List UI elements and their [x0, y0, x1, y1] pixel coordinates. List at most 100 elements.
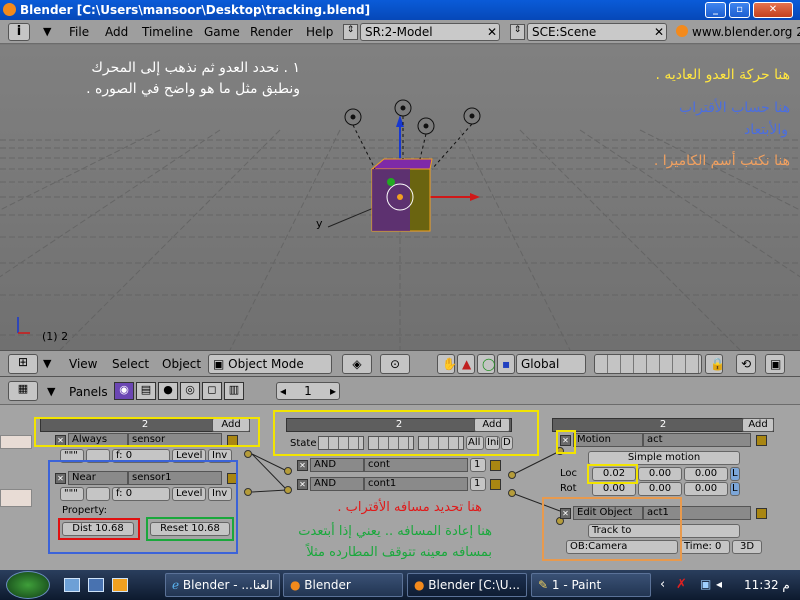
clock[interactable]: 11:32 م	[744, 578, 790, 592]
delete-controller-icon[interactable]: ✕	[297, 460, 308, 471]
chevron-down-icon[interactable]: ▼	[43, 357, 51, 370]
controller2-expand-icon[interactable]	[490, 479, 501, 490]
close-button[interactable]: ✕	[753, 2, 793, 18]
sensor1-type[interactable]: Always	[68, 433, 128, 447]
rot-y-field[interactable]: 0.00	[638, 482, 682, 496]
scale-icon[interactable]: ▪	[497, 354, 515, 374]
media-player-icon[interactable]	[112, 578, 128, 592]
controller1-output-link[interactable]	[508, 471, 516, 479]
dist-field[interactable]: Dist 10.68	[62, 522, 134, 536]
sensor1-expand-icon[interactable]	[227, 435, 238, 446]
lock-icon[interactable]: 🔒	[705, 354, 725, 374]
controller2-input-link[interactable]	[284, 486, 292, 494]
sensor1-output-link[interactable]	[244, 450, 252, 458]
menu-render[interactable]: Render	[250, 25, 293, 39]
controller2-type[interactable]: AND	[310, 477, 364, 491]
task-blender-1[interactable]: ● Blender	[283, 573, 403, 597]
screen-selector[interactable]: SR:2-Model ✕	[360, 23, 500, 41]
chevron-down-icon[interactable]: ▼	[47, 385, 55, 398]
actuator2-type[interactable]: Edit Object	[573, 506, 643, 520]
chevron-left-icon[interactable]: ◂	[280, 383, 286, 399]
tray-chevron-icon[interactable]: ‹	[660, 577, 665, 592]
state-d-button[interactable]: D	[501, 436, 513, 450]
menu-select[interactable]: Select	[112, 357, 149, 371]
inv-toggle[interactable]: Inv	[208, 487, 232, 501]
menu-add[interactable]: Add	[105, 25, 128, 39]
mode-selector[interactable]: ▣ Object Mode	[208, 354, 332, 374]
rotate-icon[interactable]: ◯	[477, 354, 495, 374]
controller1-expand-icon[interactable]	[490, 460, 501, 471]
panel-tab-scene-icon[interactable]: ▥	[224, 382, 244, 400]
3d-toggle[interactable]: 3D	[732, 540, 762, 554]
panel-tab-logic-icon[interactable]: ◉	[114, 382, 134, 400]
state-grid-2[interactable]	[368, 436, 414, 450]
menu-file[interactable]: File	[69, 25, 89, 39]
task-blender-2[interactable]: ● Blender [C:\U...	[407, 573, 527, 597]
side-tab-bottom[interactable]	[0, 489, 32, 507]
motion-mode-selector[interactable]: Simple motion	[588, 451, 740, 465]
state-ini-button[interactable]: Ini	[485, 436, 500, 450]
freq-field[interactable]: f: 0	[112, 487, 170, 501]
pulse-true-button[interactable]: """	[60, 449, 84, 463]
switch-windows-icon[interactable]	[88, 578, 104, 592]
state-all-button[interactable]: All	[466, 436, 484, 450]
tray-flag-icon[interactable]: ✗	[676, 577, 687, 592]
actuator2-name[interactable]: act1	[643, 506, 751, 520]
loc-local-toggle[interactable]: L	[730, 467, 740, 481]
panel-tab-shading-icon[interactable]: ●	[158, 382, 178, 400]
rot-local-toggle[interactable]: L	[730, 482, 740, 496]
loc-y-field[interactable]: 0.00	[638, 467, 682, 481]
tray-network-icon[interactable]: ▣	[700, 577, 711, 591]
task-browser[interactable]: ℯ Blender - ...العنا	[165, 573, 280, 597]
freq-field[interactable]: f: 0	[112, 449, 170, 463]
frame-field[interactable]: ◂ 1 ▸	[276, 382, 340, 400]
level-toggle[interactable]: Level	[172, 449, 206, 463]
info-icon[interactable]: i	[8, 23, 30, 41]
menu-game[interactable]: Game	[204, 25, 240, 39]
start-button[interactable]	[6, 571, 50, 599]
tray-volume-icon[interactable]: ◂	[716, 577, 722, 591]
rot-z-field[interactable]: 0.00	[684, 482, 728, 496]
add-sensor-button[interactable]: Add	[212, 418, 250, 432]
actuator1-expand-icon[interactable]	[756, 435, 767, 446]
chevron-right-icon[interactable]: ▸	[330, 383, 336, 399]
delete-sensor-icon[interactable]: ✕	[55, 473, 66, 484]
panel-tab-script-icon[interactable]: ▤	[136, 382, 156, 400]
actuator1-type[interactable]: Motion	[573, 433, 643, 447]
controller1-input-link[interactable]	[284, 467, 292, 475]
menu-object[interactable]: Object	[162, 357, 201, 371]
editor-type-icon[interactable]: ▦	[8, 381, 38, 401]
time-field[interactable]: Time: 0	[680, 540, 730, 554]
loc-x-field[interactable]: 0.02	[592, 467, 636, 481]
delete-actuator-icon[interactable]: ✕	[560, 508, 571, 519]
inv-toggle[interactable]: Inv	[208, 449, 232, 463]
sensor2-output-link[interactable]	[244, 488, 252, 496]
sensor2-type[interactable]: Near	[68, 471, 128, 485]
actuator2-expand-icon[interactable]	[756, 508, 767, 519]
state-grid-1[interactable]	[318, 436, 364, 450]
3d-viewport[interactable]: y (1) 2 ١ . نحدد العدو ثم نذهب إلى المحر…	[0, 45, 800, 350]
add-controller-button[interactable]: Add	[474, 418, 510, 432]
screen-browse-icon[interactable]: ⇕	[343, 24, 358, 40]
menu-timeline[interactable]: Timeline	[142, 25, 193, 39]
pulse-true-button[interactable]: """	[60, 487, 84, 501]
scene-browse-icon[interactable]: ⇕	[510, 24, 525, 40]
controller2-priority[interactable]: 1	[470, 477, 486, 491]
panels-label[interactable]: Panels	[69, 385, 108, 399]
pulse-false-button[interactable]	[86, 449, 110, 463]
close-icon[interactable]: ✕	[487, 25, 497, 39]
show-desktop-icon[interactable]	[64, 578, 80, 592]
reset-field[interactable]: Reset 10.68	[150, 522, 230, 536]
render-icon[interactable]: ▣	[765, 354, 785, 374]
menu-help[interactable]: Help	[306, 25, 333, 39]
task-paint[interactable]: ✎ 1 - Paint	[531, 573, 651, 597]
delete-actuator-icon[interactable]: ✕	[560, 435, 571, 446]
layers-grid[interactable]	[594, 354, 702, 374]
sensor1-name[interactable]: sensor	[128, 433, 222, 447]
close-icon[interactable]: ✕	[654, 25, 664, 39]
controller1-type[interactable]: AND	[310, 458, 364, 472]
loc-z-field[interactable]: 0.00	[684, 467, 728, 481]
sensor2-expand-icon[interactable]	[227, 473, 238, 484]
actuator1-name[interactable]: act	[643, 433, 751, 447]
maximize-button[interactable]: ▫	[729, 2, 750, 18]
